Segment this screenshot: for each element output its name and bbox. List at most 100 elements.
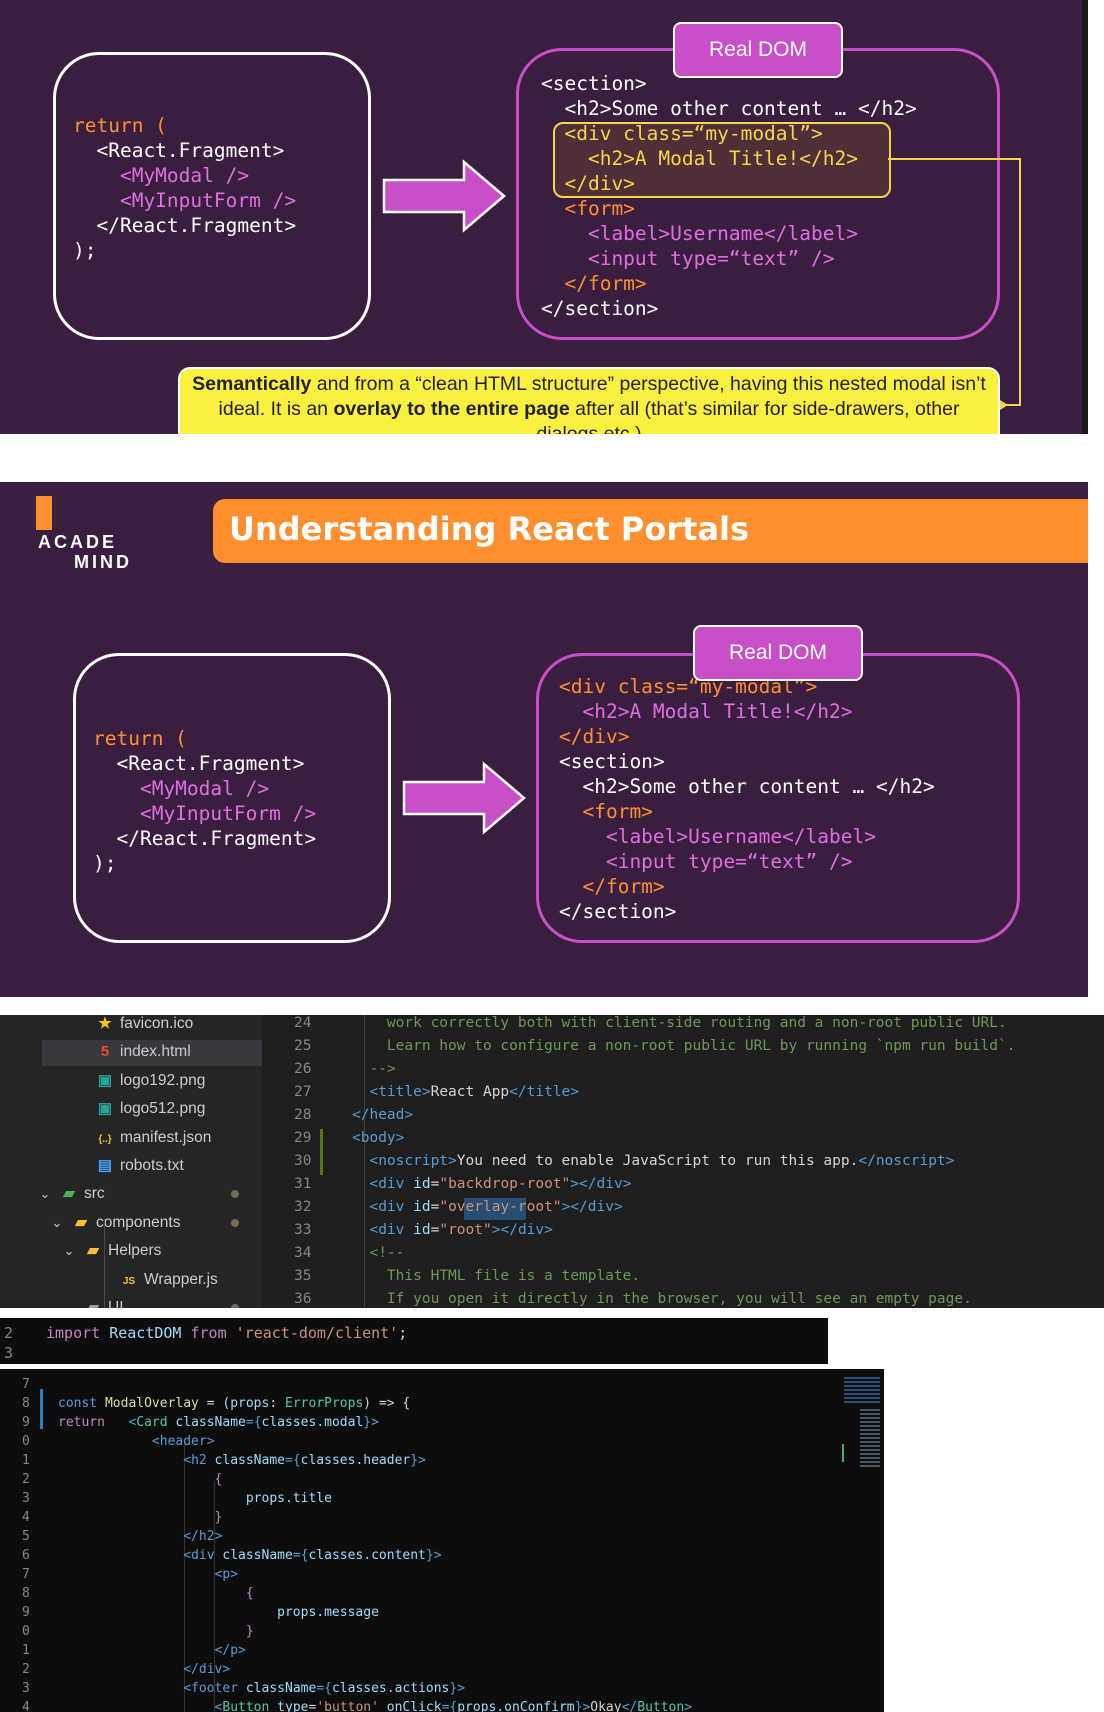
- code-token: }>: [363, 1415, 379, 1430]
- code-token: classes.content: [308, 1548, 426, 1563]
- code-line: <div id="backdrop-root"></div>: [352, 1176, 631, 1192]
- code-token: noscript: [875, 1153, 946, 1169]
- tree-item-robots-txt[interactable]: ▤ robots.txt: [96, 1153, 184, 1179]
- code-line: <MyModal />: [73, 164, 250, 187]
- image-icon: ▣: [97, 1100, 113, 1118]
- code-token: {: [58, 1586, 254, 1601]
- code-line: <h2>Some other content … </h2>: [541, 97, 917, 120]
- code-token: If you open it directly in the browser, …: [352, 1291, 972, 1307]
- code-token: ></: [491, 1222, 518, 1238]
- code-token: <: [352, 1199, 379, 1215]
- code-token: <: [58, 1681, 192, 1696]
- tree-item-helpers[interactable]: ⌄ ▰ Helpers: [60, 1238, 162, 1264]
- code-token: ;: [398, 1324, 408, 1342]
- ide-html-view: ★ favicon.ico 5 index.html ▣ logo192.png ▣ logo…: [0, 1015, 1104, 1308]
- editor-area[interactable]: work correctly both with client-side rou…: [346, 1015, 1104, 1308]
- code-token: div: [378, 1176, 405, 1192]
- code-token: ={: [285, 1453, 301, 1468]
- chevron-down-icon[interactable]: ⌄: [60, 1238, 78, 1264]
- chevron-down-icon[interactable]: ⌄: [36, 1181, 54, 1207]
- note-text-2: after all (that’s similar for side-drawe…: [536, 398, 960, 434]
- code-token: }>: [449, 1681, 466, 1696]
- tree-item-label: robots.txt: [120, 1157, 184, 1174]
- line-number: 36: [294, 1291, 312, 1307]
- real-dom-box: <div class=“my-modal”> <h2>A Modal Title…: [536, 653, 1020, 943]
- code-line: </div>: [58, 1662, 230, 1677]
- code-token: </: [858, 1153, 876, 1169]
- code-line: </div>: [541, 172, 635, 195]
- code-token: }>: [574, 1700, 591, 1712]
- tree-item-manifest-json[interactable]: {..} manifest.json: [96, 1125, 211, 1151]
- code-line: <h2>Some other content … </h2>: [559, 775, 935, 798]
- tree-item-src[interactable]: ⌄ ▰ src: [36, 1181, 105, 1207]
- code-line: </form>: [541, 272, 647, 295]
- code-token: >: [945, 1153, 955, 1169]
- code-token: Button: [222, 1700, 278, 1712]
- code-line: <React.Fragment>: [73, 139, 285, 162]
- code-token: >: [230, 1567, 239, 1582]
- code-token: noscript: [378, 1153, 449, 1169]
- modified-dot-icon: [231, 1218, 239, 1227]
- code-line: <input type=“text” />: [541, 247, 835, 270]
- right-arrow-icon: [382, 159, 506, 233]
- code-token: "backdrop-root": [439, 1176, 571, 1192]
- folder-icon: ▰: [75, 1213, 87, 1231]
- code-token: onClick: [386, 1700, 442, 1712]
- code-token: This HTML file is a template.: [352, 1268, 641, 1284]
- star-icon: ★: [98, 1015, 112, 1032]
- tree-item-logo192-png[interactable]: ▣ logo192.png: [96, 1068, 205, 1094]
- line-number: 34: [294, 1245, 312, 1261]
- code-token: >: [222, 1662, 231, 1677]
- code-line: <label>Username</label>: [541, 222, 858, 245]
- tree-item-wrapper-js[interactable]: JS Wrapper.js: [120, 1267, 218, 1293]
- tree-item-label: manifest.json: [120, 1128, 212, 1146]
- code-token: h2: [198, 1529, 215, 1544]
- code-line: props.message: [58, 1605, 379, 1620]
- tree-item-index-html[interactable]: 5 index.html: [96, 1039, 191, 1065]
- code-line: <section>: [541, 72, 647, 95]
- code-line: {: [58, 1472, 223, 1487]
- code-token: id: [404, 1222, 431, 1238]
- folder-icon: ▰: [87, 1242, 99, 1260]
- code-token: type: [277, 1700, 309, 1712]
- code-token: ={: [292, 1548, 309, 1563]
- tree-item-favicon-ico[interactable]: ★ favicon.ico: [96, 1015, 193, 1037]
- code-line: <h2>A Modal Title!</h2>: [559, 700, 853, 723]
- import-strip: 2 3 import ReactDOM from 'react-dom/clien…: [0, 1318, 828, 1364]
- code-line: If you open it directly in the browser, …: [352, 1291, 972, 1307]
- code-line: </section>: [541, 297, 659, 320]
- code-token: </: [621, 1700, 638, 1712]
- line-number: 31: [294, 1176, 312, 1192]
- tree-item-components[interactable]: ⌄ ▰ components: [48, 1210, 181, 1236]
- code-line: <body>: [352, 1130, 404, 1146]
- code-token: work correctly both with client-side rou…: [352, 1015, 1007, 1031]
- code-token: "overlay-root": [439, 1199, 562, 1215]
- chevron-down-icon[interactable]: ⌄: [48, 1210, 66, 1236]
- code-line: <input type=“text” />: [559, 850, 853, 873]
- code-token: ></: [561, 1199, 588, 1215]
- code-token: props: [230, 1396, 270, 1411]
- code-token: classes.actions: [331, 1681, 450, 1696]
- slide-edge: [1082, 0, 1088, 434]
- code-line: <Button type='button' onClick={props.onC…: [58, 1700, 693, 1712]
- code-token: id: [404, 1199, 431, 1215]
- json-icon: {..}: [98, 1133, 112, 1145]
- tree-item-logo512-png[interactable]: ▣ logo512.png: [96, 1096, 205, 1122]
- code-token: >: [448, 1153, 457, 1169]
- code-line: <MyInputForm />: [93, 802, 317, 825]
- code-token: className: [175, 1415, 246, 1430]
- chevron-down-icon[interactable]: ⌄: [60, 1295, 78, 1308]
- code-line: </div>: [559, 725, 630, 748]
- minimap[interactable]: [840, 1369, 884, 1469]
- code-token: ModalOverlay: [104, 1396, 199, 1411]
- tree-item-ui[interactable]: ⌄ ▰ UI: [60, 1295, 124, 1308]
- line-number: 28: [294, 1107, 312, 1123]
- code-line: {: [58, 1586, 254, 1601]
- line-number: 26: [294, 1061, 312, 1077]
- code-token: >: [570, 1084, 580, 1100]
- code-line: }: [58, 1624, 254, 1639]
- code-line: import ReactDOM from 'react-dom/client';: [46, 1324, 407, 1342]
- code-token: props.onConfirm: [457, 1700, 575, 1712]
- code-token: }>: [425, 1548, 442, 1563]
- code-token: return: [58, 1415, 113, 1430]
